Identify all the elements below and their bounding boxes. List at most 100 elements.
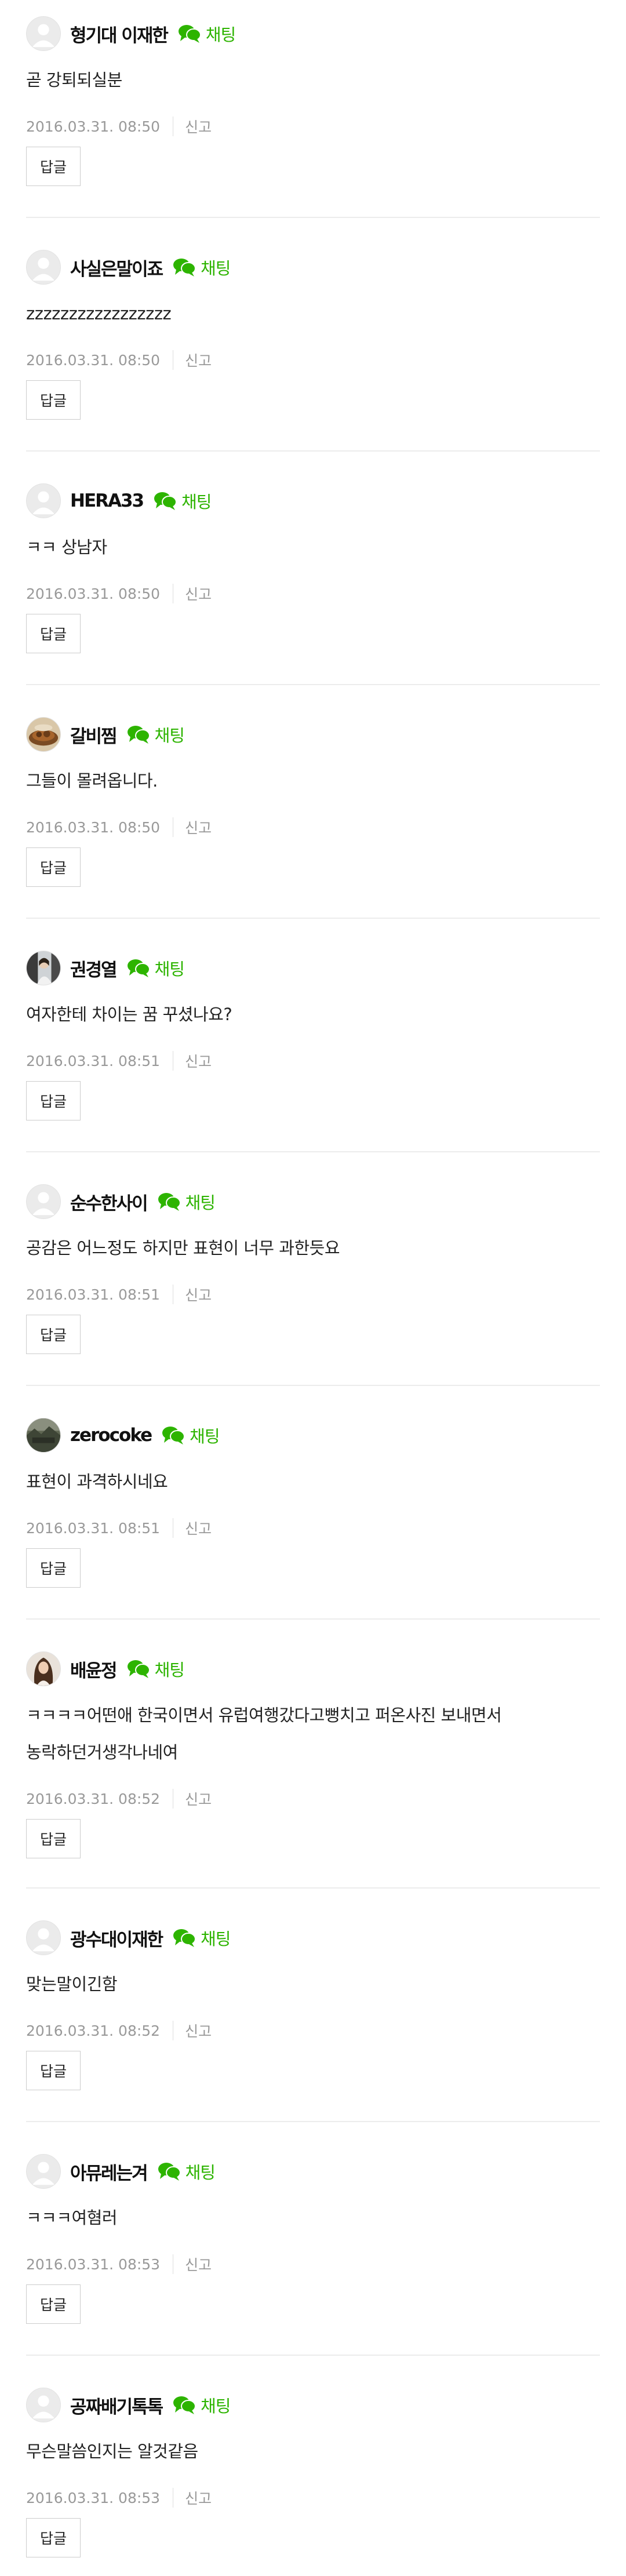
comment-header: 권경열 채팅 <box>26 948 185 988</box>
reply-button[interactable]: 답글 <box>26 2284 81 2324</box>
default-avatar-icon[interactable] <box>26 2154 61 2189</box>
chat-link[interactable]: 채팅 <box>127 722 185 747</box>
reply-button[interactable]: 답글 <box>26 147 81 186</box>
comment-divider <box>26 450 600 452</box>
chat-link[interactable]: 채팅 <box>158 2159 216 2184</box>
chat-bubble-icon <box>127 958 150 978</box>
comment-meta: 2016.03.31. 08:50 신고 <box>26 116 212 137</box>
report-link[interactable]: 신고 <box>185 350 212 370</box>
chat-label: 채팅 <box>181 492 212 512</box>
chat-link[interactable]: 채팅 <box>178 21 236 46</box>
chat-link[interactable]: 채팅 <box>158 1189 216 1214</box>
comment-header: 배윤정 채팅 <box>26 1649 185 1689</box>
report-link[interactable]: 신고 <box>185 1518 212 1538</box>
comment-divider <box>26 2355 600 2356</box>
comment-username[interactable]: 광수대이재한 <box>70 1925 163 1951</box>
comment-text: 무슨말씀인지는 알것같음 <box>26 2442 198 2461</box>
comment-header: 공짜배기톡톡 채팅 <box>26 2385 231 2425</box>
reply-button[interactable]: 답글 <box>26 1819 81 1858</box>
chat-link[interactable]: 채팅 <box>173 2393 231 2417</box>
comment-header: 아뮤레는겨 채팅 <box>26 2152 216 2191</box>
chat-link[interactable]: 채팅 <box>154 489 212 513</box>
report-link[interactable]: 신고 <box>185 1284 212 1305</box>
default-avatar-icon[interactable] <box>26 16 61 51</box>
comment-text: ㅋㅋㅋ여혐러 <box>26 2208 118 2228</box>
report-link[interactable]: 신고 <box>185 2487 212 2508</box>
reply-button[interactable]: 답글 <box>26 2051 81 2090</box>
default-avatar-icon[interactable] <box>26 250 61 285</box>
reply-button[interactable]: 답글 <box>26 380 81 420</box>
report-link[interactable]: 신고 <box>185 2020 212 2041</box>
reply-button[interactable]: 답글 <box>26 1315 81 1354</box>
comment-divider <box>26 1887 600 1889</box>
woman-photo-avatar[interactable] <box>26 1651 61 1686</box>
comment-divider <box>26 1151 600 1152</box>
comment-meta: 2016.03.31. 08:50 신고 <box>26 817 212 838</box>
default-avatar-icon[interactable] <box>26 483 61 518</box>
chat-link[interactable]: 채팅 <box>173 1926 231 1950</box>
reply-button[interactable]: 답글 <box>26 1081 81 1120</box>
comment-divider <box>26 1618 600 1620</box>
comment-date: 2016.03.31. 08:52 <box>26 2022 161 2039</box>
default-avatar-icon[interactable] <box>26 2388 61 2422</box>
report-link[interactable]: 신고 <box>185 817 212 838</box>
reply-button[interactable]: 답글 <box>26 2518 81 2557</box>
comment-text: 표현이 과격하시네요 <box>26 1472 168 1491</box>
comment-date: 2016.03.31. 08:51 <box>26 1052 161 1069</box>
comment-username[interactable]: 형기대 이재한 <box>70 21 169 47</box>
chat-label: 채팅 <box>201 259 231 278</box>
reply-button[interactable]: 답글 <box>26 1548 81 1588</box>
chat-bubble-icon <box>173 2395 196 2415</box>
comment-header: 형기대 이재한 채팅 <box>26 14 236 53</box>
report-link[interactable]: 신고 <box>185 2254 212 2275</box>
comment-username[interactable]: 아뮤레는겨 <box>70 2159 148 2185</box>
reply-button[interactable]: 답글 <box>26 614 81 653</box>
comment-header: 순수한사이 채팅 <box>26 1182 216 1221</box>
comment-username[interactable]: 사실은말이죠 <box>70 254 163 281</box>
comment-text: 공감은 어느정도 하지만 표현이 너무 과한듯요 <box>26 1238 340 1258</box>
comment-header: 갈비찜 채팅 <box>26 715 185 754</box>
chat-link[interactable]: 채팅 <box>173 255 231 279</box>
comment-username[interactable]: 순수한사이 <box>70 1189 148 1215</box>
comment-username[interactable]: 갈비찜 <box>70 722 118 748</box>
comment-header: zerocoke 채팅 <box>26 1416 220 1455</box>
report-link[interactable]: 신고 <box>185 1788 212 1809</box>
comment-date: 2016.03.31. 08:51 <box>26 1519 161 1537</box>
chat-label: 채팅 <box>154 726 185 745</box>
chat-label: 채팅 <box>185 2163 216 2182</box>
comment-username[interactable]: 공짜배기톡톡 <box>70 2392 163 2418</box>
chat-link[interactable]: 채팅 <box>162 1423 220 1447</box>
comment-meta: 2016.03.31. 08:51 신고 <box>26 1284 212 1305</box>
comment-list: 형기대 이재한 채팅 곧 강퇴되실분 2016.03.31. 08:50 신고 … <box>0 0 626 2576</box>
person-photo-avatar[interactable] <box>26 951 61 985</box>
chat-bubble-icon <box>162 1425 185 1445</box>
default-avatar-icon[interactable] <box>26 1920 61 1955</box>
comment-username[interactable]: zerocoke <box>70 1425 152 1446</box>
comment-date: 2016.03.31. 08:52 <box>26 1790 161 1807</box>
chat-bubble-icon <box>154 491 177 511</box>
comment-date: 2016.03.31. 08:53 <box>26 2255 161 2273</box>
comment-meta: 2016.03.31. 08:50 신고 <box>26 583 212 604</box>
report-link[interactable]: 신고 <box>185 116 212 137</box>
comment-divider <box>26 918 600 919</box>
comment-meta: 2016.03.31. 08:52 신고 <box>26 1788 212 1809</box>
comment-username[interactable]: 배윤정 <box>70 1656 118 1682</box>
comment-divider <box>26 217 600 218</box>
comment-meta: 2016.03.31. 08:53 신고 <box>26 2487 212 2508</box>
report-link[interactable]: 신고 <box>185 1050 212 1071</box>
comment-date: 2016.03.31. 08:51 <box>26 1286 161 1303</box>
comment-username[interactable]: 권경열 <box>70 955 118 981</box>
chat-link[interactable]: 채팅 <box>127 1657 185 1681</box>
comment-meta: 2016.03.31. 08:53 신고 <box>26 2254 212 2275</box>
landscape-photo-avatar[interactable] <box>26 1418 61 1453</box>
comment-username[interactable]: HERA33 <box>70 490 144 511</box>
report-link[interactable]: 신고 <box>185 583 212 604</box>
food-photo-avatar[interactable] <box>26 717 61 752</box>
chat-label: 채팅 <box>201 1929 231 1949</box>
reply-button[interactable]: 답글 <box>26 847 81 887</box>
default-avatar-icon[interactable] <box>26 1184 61 1219</box>
chat-bubble-icon <box>178 24 201 43</box>
comment-header: 광수대이재한 채팅 <box>26 1918 231 1958</box>
chat-link[interactable]: 채팅 <box>127 956 185 980</box>
comment-date: 2016.03.31. 08:50 <box>26 118 161 135</box>
